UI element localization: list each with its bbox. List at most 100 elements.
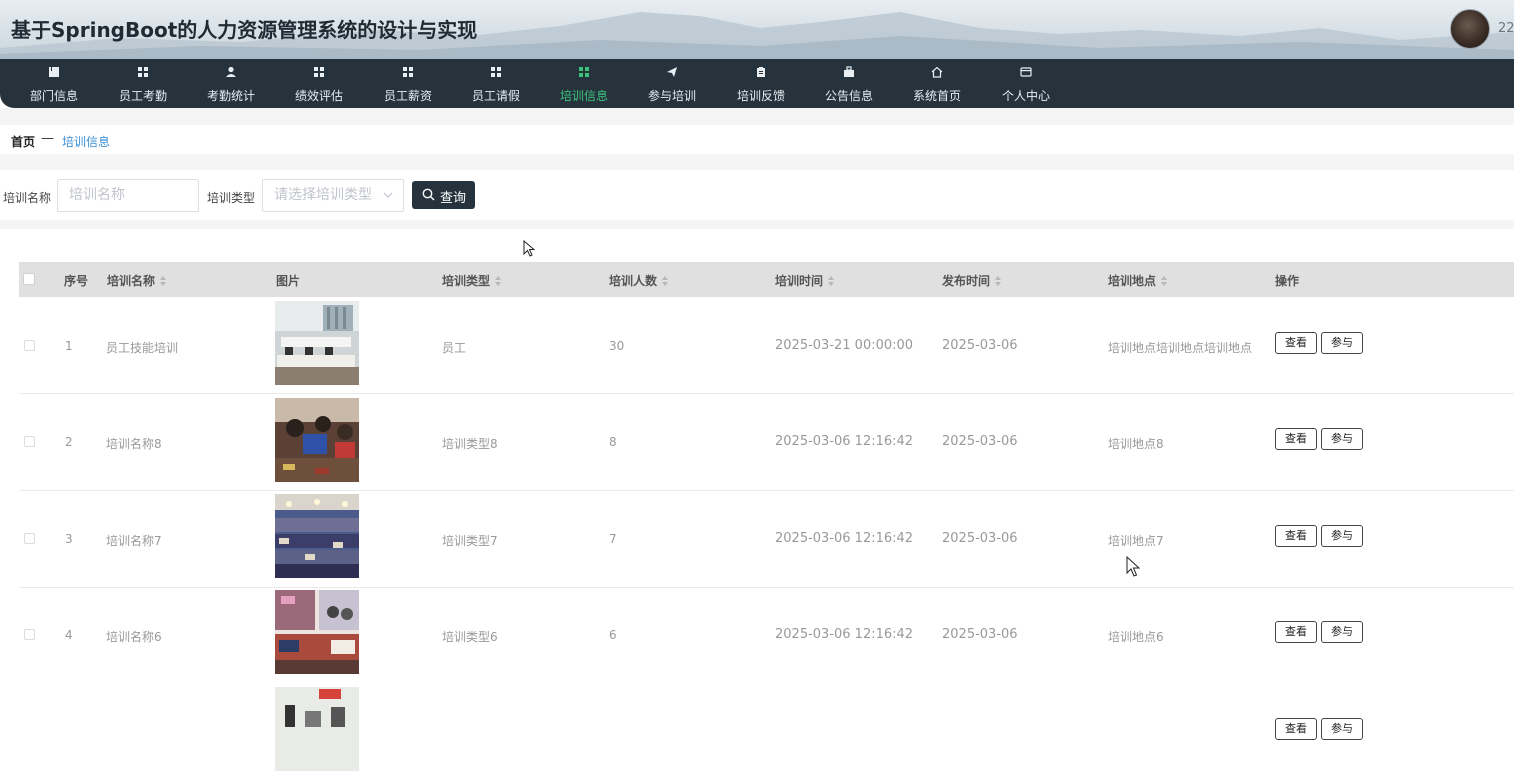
view-button[interactable]: 查看 xyxy=(1275,525,1317,547)
nav-item-feedback[interactable]: 培训反馈 xyxy=(717,59,805,108)
card-icon xyxy=(1020,67,1032,77)
nav-label: 系统首页 xyxy=(912,89,961,103)
col-name[interactable]: 培训名称 xyxy=(107,272,167,289)
table-row: 1 员工技能培训 员工 30 2025-03-21 00:00:00 2025-… xyxy=(19,297,1514,394)
mouse-cursor-icon xyxy=(523,240,535,257)
col-train-time[interactable]: 培训时间 xyxy=(775,272,835,289)
nav-label: 绩效评估 xyxy=(294,89,343,103)
cell-publish-time: 2025-03-06 xyxy=(942,338,1018,353)
nav-label: 培训信息 xyxy=(559,89,608,103)
col-index: 序号 xyxy=(64,274,89,288)
grid-icon xyxy=(314,67,324,77)
cell-train-time: 2025-03-06 12:16:42 xyxy=(775,434,914,449)
cell-count: 30 xyxy=(609,339,625,353)
view-button[interactable]: 查看 xyxy=(1275,621,1317,643)
col-count[interactable]: 培训人数 xyxy=(609,272,669,289)
cell-train-time: 2025-03-06 12:16:42 xyxy=(775,627,914,642)
select-all-checkbox[interactable] xyxy=(23,273,35,285)
nav-item-join-training[interactable]: 参与培训 xyxy=(628,59,716,108)
nav-item-notice[interactable]: 公告信息 xyxy=(805,59,893,108)
nav-item-profile[interactable]: 个人中心 xyxy=(982,59,1070,108)
nav-item-salary[interactable]: 员工薪资 xyxy=(364,59,452,108)
nav-item-attendance[interactable]: 员工考勤 xyxy=(99,59,187,108)
nav-item-leave[interactable]: 员工请假 xyxy=(452,59,540,108)
cell-type: 培训类型7 xyxy=(442,534,498,548)
breadcrumb xyxy=(0,125,1514,154)
sort-icon[interactable] xyxy=(828,276,835,286)
view-button[interactable]: 查看 xyxy=(1275,332,1317,354)
training-photo-office xyxy=(275,301,359,385)
training-photo-conference xyxy=(275,494,359,578)
spacer xyxy=(0,108,1514,125)
nav-label: 员工薪资 xyxy=(383,89,432,103)
sort-icon[interactable] xyxy=(1161,276,1168,286)
col-type[interactable]: 培训类型 xyxy=(442,272,502,289)
spacer xyxy=(0,154,1514,170)
spacer xyxy=(0,220,1514,229)
col-image: 图片 xyxy=(276,274,301,288)
nav-item-home[interactable]: 系统首页 xyxy=(893,59,981,108)
join-button[interactable]: 参与 xyxy=(1321,525,1363,547)
join-button[interactable]: 参与 xyxy=(1321,332,1363,354)
breadcrumb-home[interactable]: 首页 xyxy=(11,133,35,150)
row-checkbox[interactable] xyxy=(24,533,35,544)
cell-count: 6 xyxy=(609,628,617,642)
table-row: 4 培训名称6 培训类型6 6 2025-03-06 12:16:42 2025… xyxy=(19,588,1514,685)
book-icon xyxy=(49,67,59,77)
nav-item-training[interactable]: 培训信息 xyxy=(540,59,628,108)
cell-index: 3 xyxy=(65,532,73,546)
grid-icon xyxy=(579,67,589,77)
table-row: 查看 参与 xyxy=(19,684,1514,781)
row-checkbox[interactable] xyxy=(24,436,35,447)
training-image xyxy=(275,494,359,578)
cell-name: 培训名称8 xyxy=(106,437,162,451)
nav-item-department[interactable]: 部门信息 xyxy=(10,59,98,108)
search-button[interactable]: 查询 xyxy=(412,181,475,209)
join-button[interactable]: 参与 xyxy=(1321,718,1363,740)
briefcase-icon xyxy=(844,66,854,77)
nav-label: 培训反馈 xyxy=(736,89,785,103)
join-button[interactable]: 参与 xyxy=(1321,621,1363,643)
sort-icon[interactable] xyxy=(995,276,1002,286)
training-image xyxy=(275,398,359,482)
table-row: 2 培训名称8 培训类型8 8 2025-03-06 12:16:42 2025… xyxy=(19,394,1514,491)
join-button[interactable]: 参与 xyxy=(1321,428,1363,450)
header-banner: 基于SpringBoot的人力资源管理系统的设计与实现 22 xyxy=(0,0,1514,59)
table-row: 3 培训名称7 培训类型7 7 2025-03-06 12:16:42 2025… xyxy=(19,491,1514,588)
name-label: 培训名称 xyxy=(3,191,52,205)
main-nav: 部门信息 员工考勤 考勤统计 绩效评估 员工薪资 员工请假 培训信息 参与培训 … xyxy=(0,59,1514,108)
view-button[interactable]: 查看 xyxy=(1275,718,1317,740)
sort-icon[interactable] xyxy=(160,276,167,286)
grid-icon xyxy=(403,67,413,77)
training-photo-collage xyxy=(275,590,359,674)
col-publish-time[interactable]: 发布时间 xyxy=(942,272,1002,289)
training-image xyxy=(275,687,359,771)
sort-icon[interactable] xyxy=(495,276,502,286)
col-actions: 操作 xyxy=(1275,274,1300,288)
col-location[interactable]: 培训地点 xyxy=(1108,272,1168,289)
cell-location: 培训地点培训地点培训地点 xyxy=(1108,341,1253,355)
training-name-input[interactable]: 培训名称 xyxy=(57,179,199,212)
nav-label: 部门信息 xyxy=(29,89,78,103)
nav-item-attendance-stats[interactable]: 考勤统计 xyxy=(187,59,275,108)
cell-index: 2 xyxy=(65,435,73,449)
training-image xyxy=(275,590,359,674)
send-icon xyxy=(667,67,677,77)
clipboard-icon xyxy=(757,67,765,77)
training-photo-group xyxy=(275,398,359,482)
training-image xyxy=(275,301,359,385)
row-checkbox[interactable] xyxy=(24,340,35,351)
view-button[interactable]: 查看 xyxy=(1275,428,1317,450)
user-icon xyxy=(226,66,236,77)
type-label: 培训类型 xyxy=(207,191,256,205)
user-avatar[interactable] xyxy=(1450,9,1490,49)
chevron-down-icon xyxy=(383,192,393,198)
breadcrumb-separator: — xyxy=(41,131,54,146)
row-checkbox[interactable] xyxy=(24,629,35,640)
cell-location: 培训地点7 xyxy=(1108,534,1164,548)
cell-name: 培训名称6 xyxy=(106,630,162,644)
nav-item-performance[interactable]: 绩效评估 xyxy=(275,59,363,108)
sort-icon[interactable] xyxy=(662,276,669,286)
training-type-select[interactable]: 请选择培训类型 xyxy=(262,179,404,212)
cell-type: 员工 xyxy=(442,341,467,355)
